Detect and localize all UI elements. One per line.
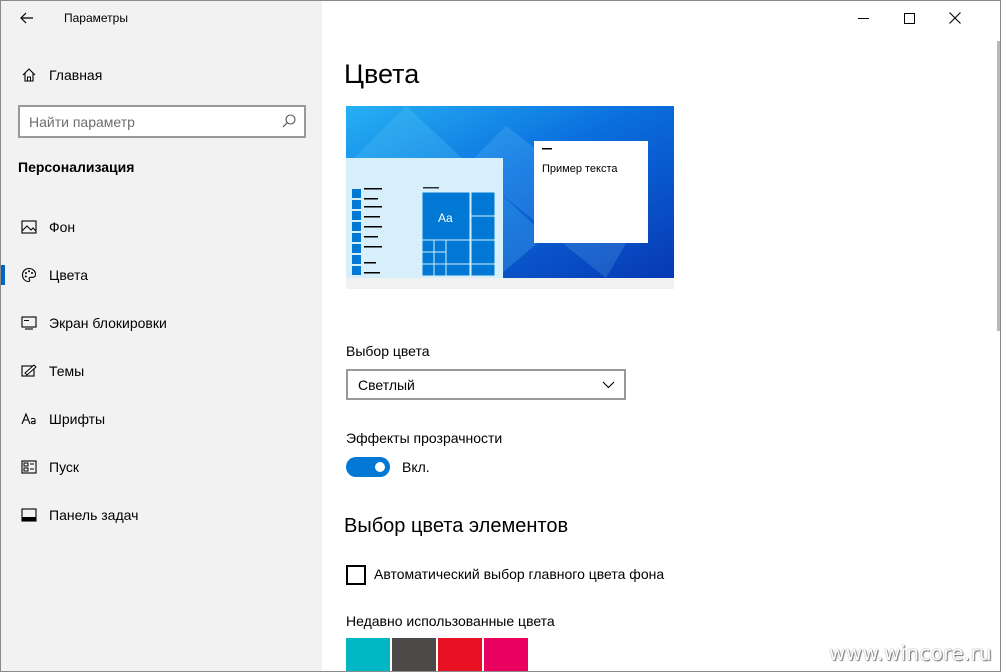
transparency-toggle[interactable] [346,457,390,477]
maximize-icon [903,12,915,24]
sidebar-item-label: Пуск [49,459,80,475]
recent-colors-label: Недавно использованные цвета [346,613,555,629]
lock-screen-icon [18,314,40,332]
sidebar-item-background[interactable]: Фон [1,207,322,247]
sidebar-item-label: Фон [49,219,76,235]
close-icon [949,12,961,24]
transparency-label: Эффекты прозрачности [346,430,503,446]
picture-icon [18,218,40,236]
maximize-button[interactable] [886,1,932,35]
sidebar-item-home[interactable]: Главная [1,55,322,95]
search-box[interactable] [18,105,306,138]
recent-color-swatch[interactable] [392,638,436,671]
palette-icon [18,266,40,284]
back-button[interactable] [7,3,47,33]
section-heading: Персонализация [18,159,135,175]
minimize-button[interactable] [840,1,886,35]
recent-color-swatch[interactable] [484,638,528,671]
start-icon [18,458,40,476]
close-button[interactable] [932,1,978,35]
main-content: Цвета Aa Пример текста Выбор цвета Светл… [322,1,1000,671]
recent-color-swatch[interactable] [438,638,482,671]
preview-tile-text: Aa [438,211,453,225]
toggle-state-label: Вкл. [402,459,430,475]
sidebar-item-fonts[interactable]: Шрифты [1,399,322,439]
app-title: Параметры [64,11,128,25]
dropdown-value: Светлый [358,376,415,393]
back-arrow-icon [20,12,33,24]
accent-section-title: Выбор цвета элементов [344,515,569,537]
scrollbar[interactable] [997,41,1000,331]
sidebar-item-label: Панель задач [49,507,139,523]
watermark: www.wincore.ru [829,641,992,665]
fonts-icon [18,410,40,428]
taskbar-icon [18,506,40,524]
sidebar-item-label: Цвета [49,267,88,283]
minimize-icon [857,17,869,19]
toggle-knob [375,462,385,472]
sidebar-item-label: Главная [49,67,103,83]
page-title: Цвета [344,59,420,89]
auto-accent-checkbox[interactable] [346,565,366,585]
sidebar-item-taskbar[interactable]: Панель задач [1,495,322,535]
auto-accent-label[interactable]: Автоматический выбор главного цвета фона [374,566,664,582]
home-icon [18,66,40,84]
preview-sample-text: Пример текста [542,163,618,175]
themes-icon [18,362,40,380]
search-icon[interactable] [281,113,297,129]
color-mode-dropdown[interactable]: Светлый [346,369,626,400]
chevron-down-icon [602,378,615,394]
color-choice-label: Выбор цвета [346,343,430,359]
sidebar-item-label: Экран блокировки [49,315,167,331]
theme-preview: Aa Пример текста [346,106,674,289]
sidebar: Параметры Главная Персонализация Фон Цв [1,1,322,671]
sidebar-item-label: Шрифты [49,411,106,427]
sidebar-item-start[interactable]: Пуск [1,447,322,487]
recent-color-swatch[interactable] [346,638,390,671]
sidebar-item-themes[interactable]: Темы [1,351,322,391]
sidebar-item-label: Темы [49,363,85,379]
sidebar-item-lock-screen[interactable]: Экран блокировки [1,303,322,343]
settings-window: Параметры Главная Персонализация Фон Цв [0,0,1001,672]
search-input[interactable] [20,107,304,136]
sidebar-item-colors[interactable]: Цвета [1,255,322,295]
